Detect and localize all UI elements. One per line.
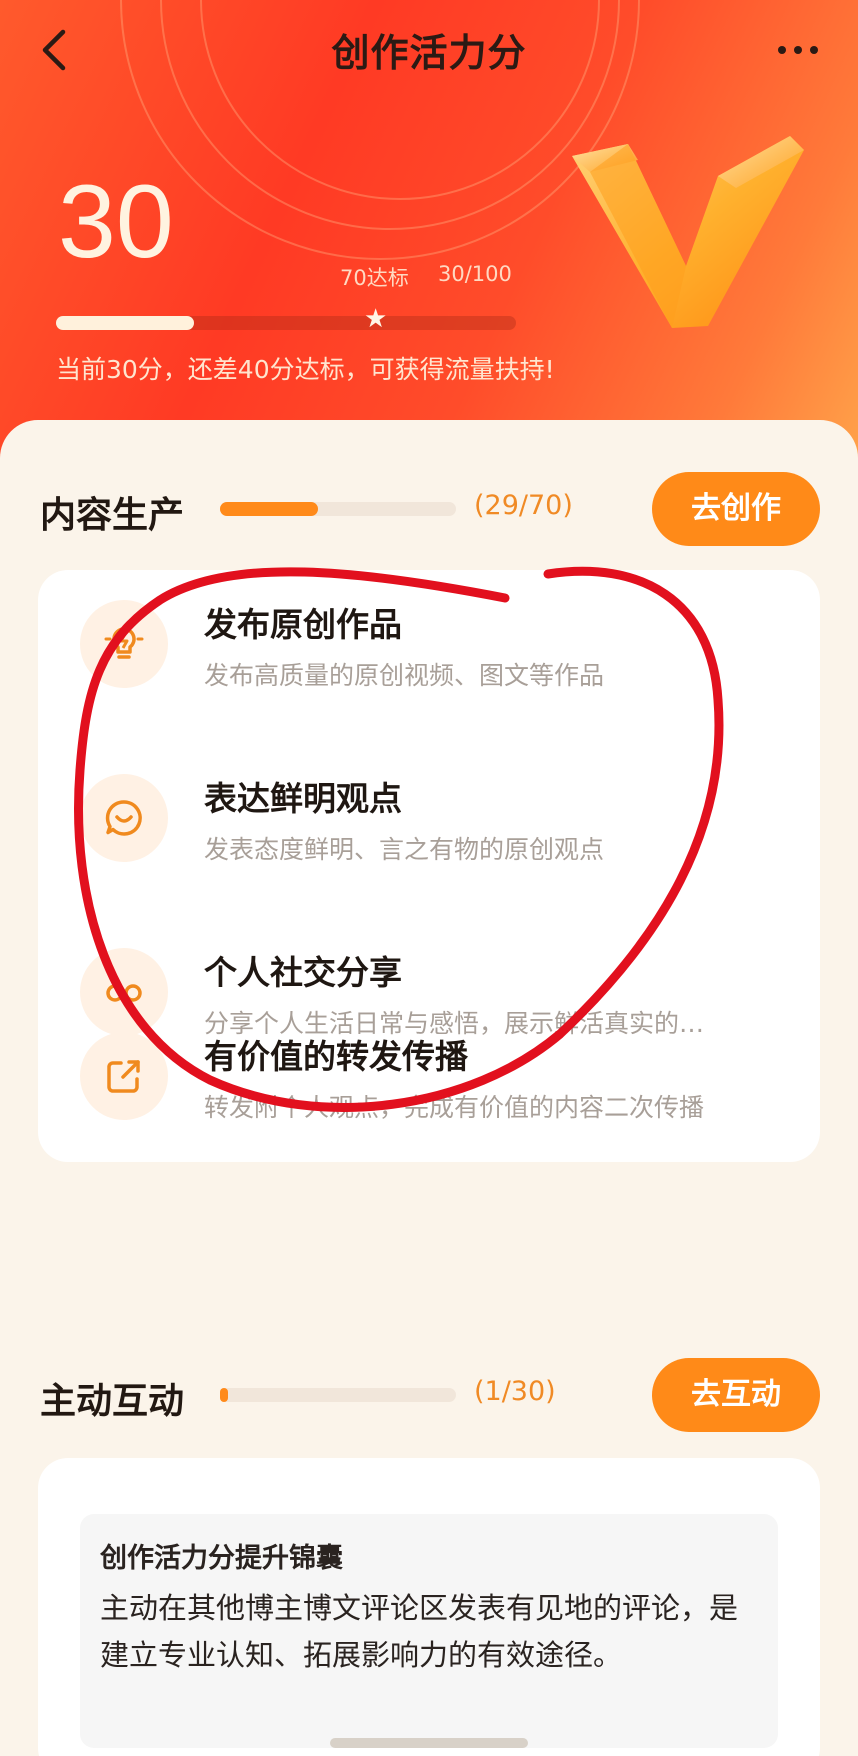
section-count: (29/70) — [474, 490, 573, 521]
section-progress-bar — [220, 1388, 456, 1402]
task-title: 表达鲜明观点 — [204, 779, 402, 818]
section-count: (1/30) — [474, 1376, 556, 1407]
task-title: 发布原创作品 — [204, 605, 402, 644]
section-progress-fill — [220, 1388, 228, 1402]
page-title: 创作活力分 — [331, 31, 527, 75]
score-value: 30 — [58, 164, 174, 280]
target-label: 70达标 — [340, 266, 409, 290]
task-item-forward-content[interactable]: 有价值的转发传播 转发附个人观点，完成有价值的内容二次传播 — [38, 1002, 820, 1142]
score-hint: 当前30分，还差40分达标，可获得流量扶持! — [56, 355, 555, 384]
task-card-tail: 有价值的转发传播 转发附个人观点，完成有价值的内容二次传播 — [38, 1002, 820, 1172]
section-title: 内容生产 — [40, 495, 185, 536]
score-ratio: 30/100 — [438, 262, 512, 286]
score-progress-bar — [56, 316, 516, 330]
v-badge-icon — [572, 136, 804, 328]
more-button[interactable] — [766, 30, 830, 70]
top-bar: 创作活力分 — [0, 0, 858, 100]
task-item-original[interactable]: 发布原创作品 发布高质量的原创视频、图文等作品 — [38, 570, 820, 710]
more-dot-icon — [794, 46, 802, 54]
section-progress-fill — [220, 502, 318, 516]
tip-title: 创作活力分提升锦囊 — [100, 1543, 343, 1574]
lightbulb-icon — [80, 600, 168, 688]
task-title: 个人社交分享 — [204, 953, 402, 992]
task-title: 有价值的转发传播 — [204, 1037, 468, 1076]
section-progress-bar — [220, 502, 456, 516]
interaction-section-header: 主动互动 (1/30) 去互动 — [0, 1358, 858, 1432]
score-progress-fill — [56, 316, 194, 330]
content-section-header: 内容生产 (29/70) 去创作 — [0, 472, 858, 546]
task-item-opinion[interactable]: 表达鲜明观点 发表态度鲜明、言之有物的原创观点 — [38, 744, 820, 884]
create-button[interactable]: 去创作 — [652, 472, 820, 546]
interact-button[interactable]: 去互动 — [652, 1358, 820, 1432]
section-title: 主动互动 — [40, 1381, 185, 1422]
target-star-icon: ★ — [364, 304, 388, 334]
tip-card: 创作活力分提升锦囊 主动在其他博主博文评论区发表有见地的评论，是建立专业认知、拓… — [38, 1458, 820, 1756]
home-indicator — [330, 1738, 528, 1748]
more-dot-icon — [810, 46, 818, 54]
hero-banner: 创作活力分 30 70达标 30/100 ★ 当前30分，还差40分达标，可获得… — [0, 0, 858, 470]
task-desc: 转发附个人观点，完成有价值的内容二次传播 — [204, 1093, 705, 1122]
tip-box: 创作活力分提升锦囊 主动在其他博主博文评论区发表有见地的评论，是建立专业认知、拓… — [80, 1514, 778, 1748]
more-dot-icon — [778, 46, 786, 54]
forward-icon — [80, 1032, 168, 1120]
task-desc: 发表态度鲜明、言之有物的原创观点 — [204, 835, 605, 864]
chat-bubble-icon — [80, 774, 168, 862]
tip-body: 主动在其他博主博文评论区发表有见地的评论，是建立专业认知、拓展影响力的有效途径。 — [100, 1591, 739, 1672]
content-sheet: 内容生产 (29/70) 去创作 发布原创作品 发布高质量的原创视频、图文等作品 — [0, 420, 858, 1756]
task-desc: 发布高质量的原创视频、图文等作品 — [204, 661, 605, 690]
